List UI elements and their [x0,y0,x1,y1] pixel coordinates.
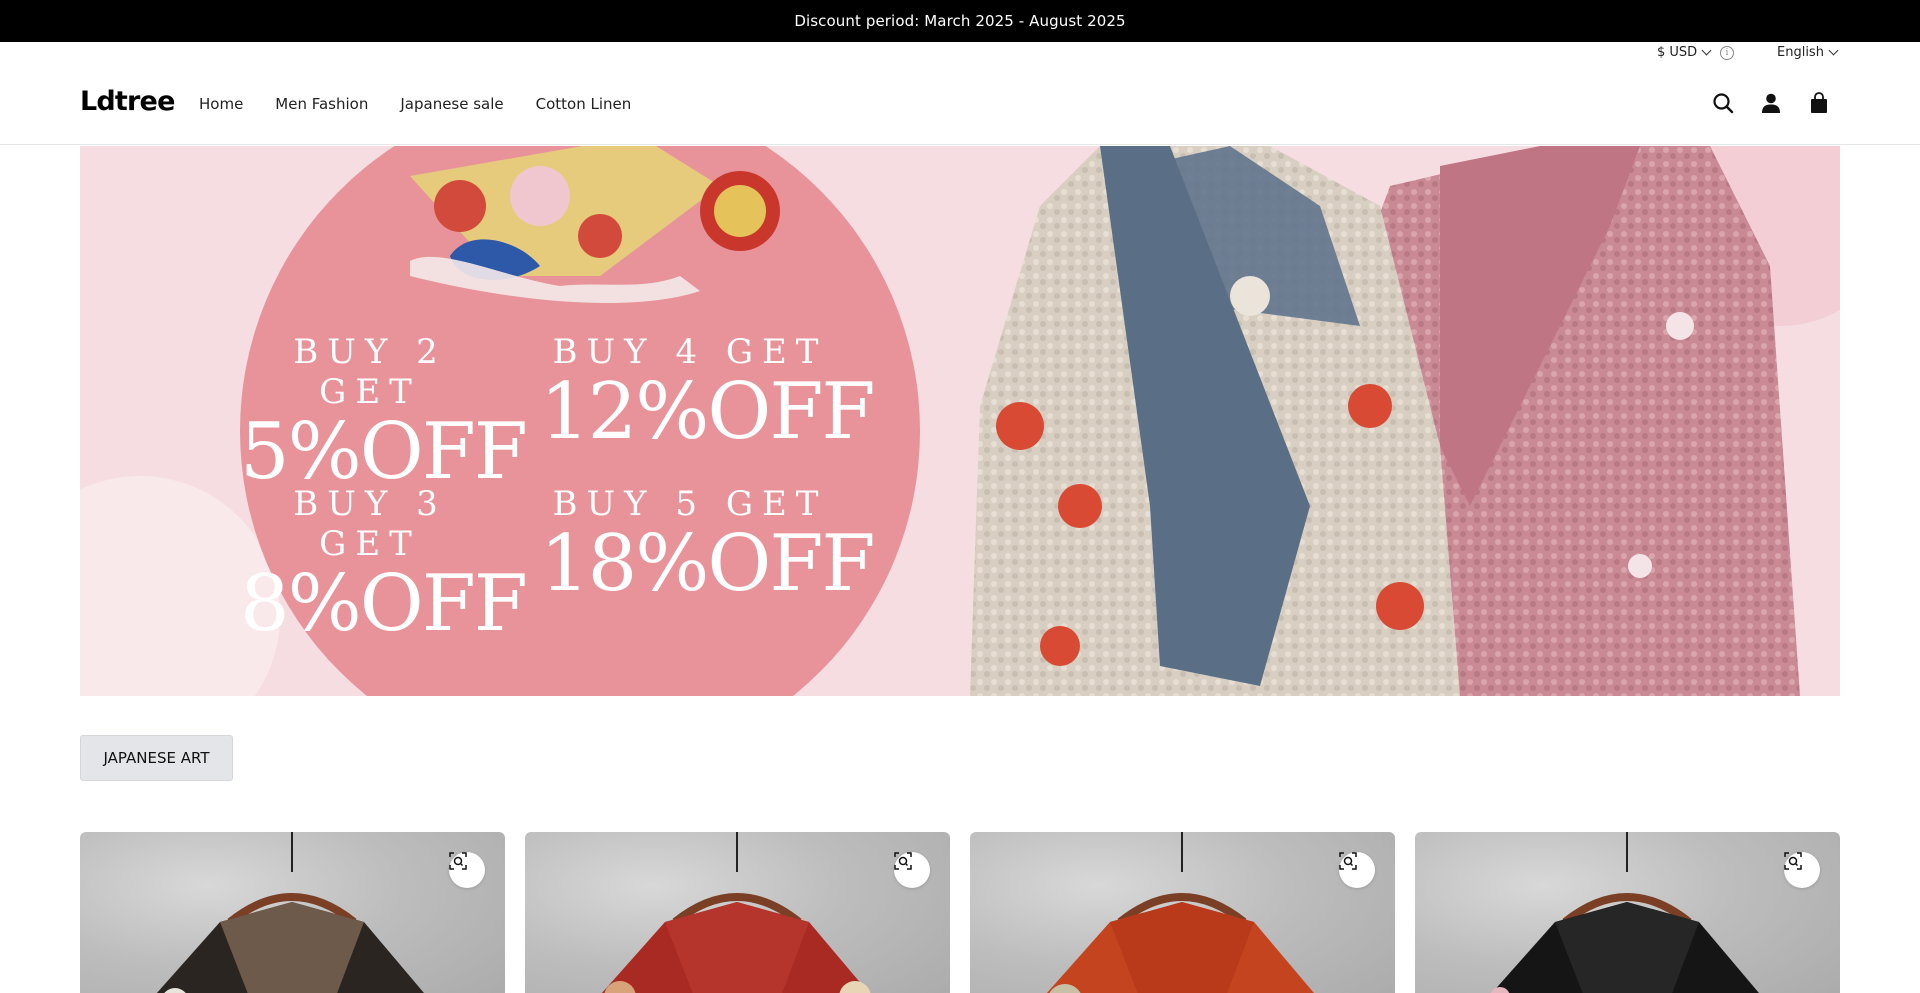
promo-off-text: 5%OFF [240,407,528,497]
search-icon[interactable] [1711,91,1735,115]
quick-view-icon[interactable] [1784,852,1820,888]
currency-label: $ USD [1657,45,1698,60]
promo-buy-text: BUY 4 GET [552,332,828,372]
product-card[interactable] [1415,832,1840,993]
quick-view-icon[interactable] [449,852,485,888]
product-image [156,832,424,993]
nav-item-japanese-sale[interactable]: Japanese sale [400,95,503,113]
promo-off-text: 18%OFF [540,519,876,609]
cart-icon[interactable] [1807,91,1831,115]
header-icons [1711,91,1831,115]
promo-buy-text: BUY 2 GET [293,332,447,412]
account-icon[interactable] [1759,91,1783,115]
utility-bar: $ USD i English [0,42,1920,64]
promo-buy-text: BUY 5 GET [552,484,828,524]
main-nav: Home Men Fashion Japanese sale Cotton Li… [199,95,631,113]
chevron-down-icon [1701,45,1712,56]
currency-selector[interactable]: $ USD [1657,45,1712,60]
site-header: Ldtree Home Men Fashion Japanese sale Co… [0,64,1920,145]
nav-item-men-fashion[interactable]: Men Fashion [275,95,368,113]
product-card[interactable] [80,832,505,993]
nav-item-cotton-linen[interactable]: Cotton Linen [536,95,632,113]
product-image [601,832,871,993]
promo-buy-5: BUY 5 GET 18%OFF [540,484,876,609]
announcement-bar: Discount period: March 2025 - August 202… [0,0,1920,42]
product-card[interactable] [970,832,1395,993]
product-image [1490,832,1759,993]
language-selector[interactable]: English [1777,45,1839,60]
product-grid [80,832,1840,993]
promo-off-text: 8%OFF [240,559,528,649]
collection-filter-button[interactable]: JAPANESE ART [80,735,233,781]
promo-buy-2: BUY 2 GET 5%OFF [240,332,528,497]
nav-item-home[interactable]: Home [199,95,243,113]
info-icon[interactable]: i [1720,46,1734,60]
promo-buy-3: BUY 3 GET 8%OFF [240,484,528,649]
quick-view-icon[interactable] [894,852,930,888]
promo-buy-text: BUY 3 GET [293,484,447,564]
hero-banner[interactable]: BUY 2 GET 5%OFF BUY 4 GET 12%OFF BUY 3 G… [80,146,1840,696]
promo-buy-4: BUY 4 GET 12%OFF [540,332,876,457]
announcement-text: Discount period: March 2025 - August 202… [794,12,1126,30]
language-label: English [1777,45,1824,60]
product-image [1046,832,1314,993]
product-card[interactable] [525,832,950,993]
logo[interactable]: Ldtree [80,86,175,117]
quick-view-icon[interactable] [1339,852,1375,888]
promo-off-text: 12%OFF [540,367,876,457]
chevron-down-icon [1828,45,1839,56]
